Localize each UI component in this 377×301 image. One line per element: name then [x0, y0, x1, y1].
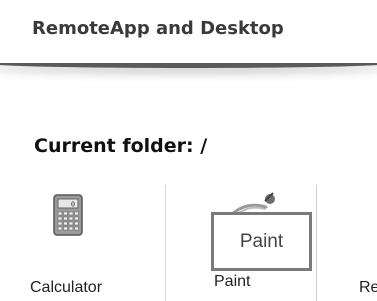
header-divider: [0, 63, 377, 93]
current-folder-label: Current folder: /: [34, 135, 208, 157]
app-label-partial: Re: [359, 279, 377, 296]
page-title: RemoteApp and Desktop: [32, 18, 284, 39]
app-tile-calculator[interactable]: 0 Calculator: [0, 185, 165, 301]
svg-text:0: 0: [71, 201, 75, 209]
tooltip-paint: Paint: [211, 212, 312, 271]
app-tile-partial[interactable]: Re: [316, 185, 377, 301]
calculator-icon: 0: [53, 194, 83, 236]
app-label-paint: Paint: [214, 273, 251, 290]
app-label-calculator: Calculator: [30, 279, 103, 296]
